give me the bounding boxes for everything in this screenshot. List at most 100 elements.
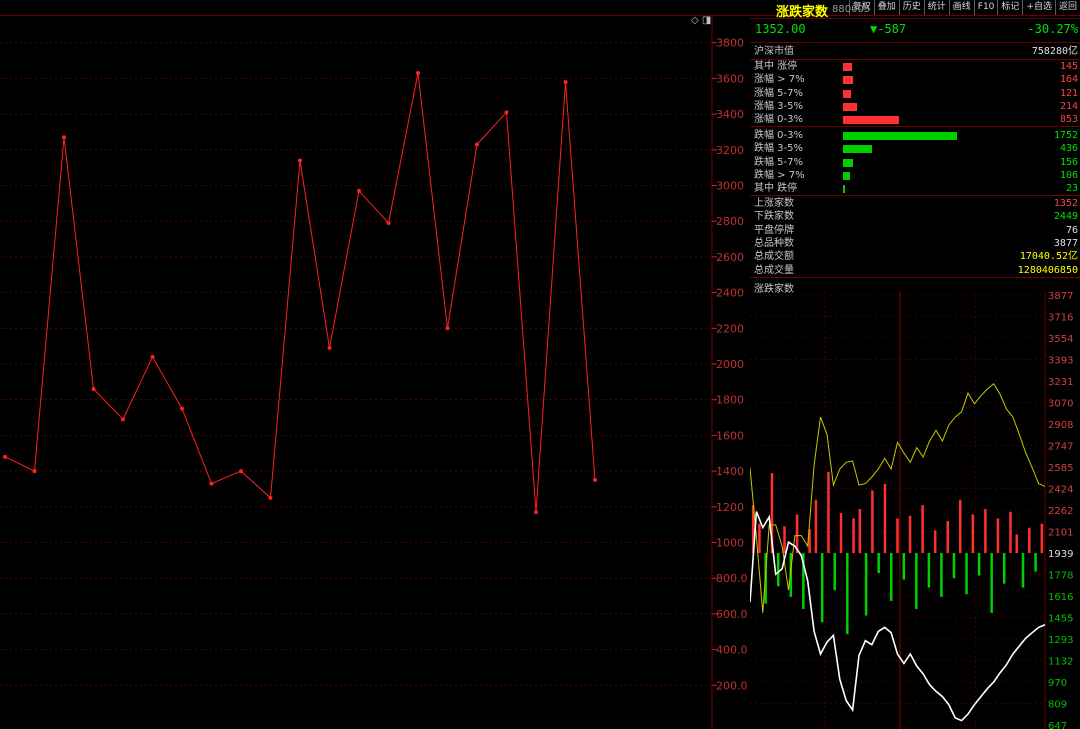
- y-tick-label: 3877: [1048, 291, 1073, 302]
- divider: [750, 18, 1080, 19]
- down-bar: [833, 553, 836, 591]
- y-tick-label: 1600: [716, 429, 744, 442]
- stat-label: 平盘停牌: [754, 224, 794, 236]
- up-bar: [1009, 511, 1012, 553]
- distribution-bar: [843, 76, 854, 85]
- down-bar: [889, 553, 893, 601]
- distribution-label: 跌幅 5-7%: [754, 156, 804, 168]
- up-bar: [946, 521, 949, 553]
- toolbar-button[interactable]: 统计: [923, 0, 949, 15]
- toolbar-button[interactable]: 画线: [948, 0, 974, 15]
- data-point: [91, 386, 96, 391]
- y-tick-label: 3200: [716, 144, 744, 157]
- down-bar: [927, 553, 931, 588]
- toolbar-button[interactable]: 返回: [1054, 0, 1080, 15]
- data-point: [32, 469, 37, 474]
- distribution-label: 跌幅 > 7%: [754, 169, 805, 181]
- down-bar: [1021, 553, 1025, 588]
- y-tick-label: 3393: [1048, 355, 1073, 366]
- data-point: [534, 510, 538, 515]
- up-bar: [783, 526, 786, 553]
- stat-value: 2449: [1053, 211, 1078, 223]
- up-bar: [1028, 527, 1031, 553]
- up-bar: [908, 515, 912, 553]
- stat-label: 下跌家数: [754, 211, 794, 223]
- data-point: [239, 469, 243, 474]
- up-bar: [1015, 534, 1019, 553]
- y-tick-label: 2800: [716, 215, 744, 228]
- up-bar: [996, 518, 1000, 553]
- y-tick-label: 400.0: [716, 644, 748, 657]
- y-tick-label: 1455: [1048, 613, 1073, 624]
- down-bar: [940, 553, 943, 597]
- distribution-row: 涨幅 0-3% 853: [754, 113, 1078, 126]
- up-bar: [984, 509, 987, 553]
- distribution-label: 涨幅 3-5%: [754, 100, 804, 112]
- y-tick-label: 1000: [716, 537, 744, 550]
- distribution-bar: [843, 89, 851, 98]
- distribution-value: 23: [1065, 183, 1078, 195]
- mini-intraday-chart: 3877 3716 3554 3393 3231 3070 2908 2747 2585 2424…: [750, 291, 1073, 729]
- stat-row: 下跌家数 2449: [754, 210, 1078, 223]
- data-point: [475, 142, 479, 147]
- y-tick-label: 2600: [716, 251, 744, 264]
- data-point: [180, 406, 184, 411]
- toolbar-button[interactable]: 历史: [898, 0, 924, 15]
- toolbar-button[interactable]: F10: [973, 0, 998, 15]
- distribution-value: 436: [1059, 143, 1078, 155]
- down-bar: [864, 553, 868, 616]
- quote-change-pct: -30.27%: [1027, 22, 1078, 36]
- stat-label: 总成交额: [754, 251, 794, 263]
- up-bar: [971, 514, 975, 553]
- up-bar: [896, 518, 899, 553]
- distribution-label: 涨幅 0-3%: [754, 114, 804, 126]
- y-tick-label: 809: [1048, 699, 1067, 710]
- stat-label: 总成交量: [754, 264, 794, 276]
- distribution-value: 1752: [1053, 130, 1078, 141]
- stat-row: 总品种数 3877: [754, 237, 1078, 250]
- data-point: [121, 417, 125, 422]
- y-tick-label: 200.0: [716, 679, 748, 692]
- distribution-bar: [843, 132, 957, 140]
- up-bar: [871, 490, 874, 553]
- y-tick-label: 647: [1048, 721, 1067, 729]
- distribution-value: 164: [1059, 74, 1078, 86]
- chart-corner-icons[interactable]: ◇ ◨: [691, 15, 711, 26]
- y-tick-label: 800.0: [716, 572, 748, 585]
- toolbar-button[interactable]: 标记: [997, 0, 1022, 15]
- y-tick-label: 1132: [1048, 656, 1073, 667]
- stat-value: 76: [1065, 224, 1078, 236]
- down-bar: [1034, 553, 1037, 572]
- distribution-label: 其中 涨停: [754, 61, 798, 72]
- y-tick-label: 2908: [1048, 420, 1073, 431]
- distribution-label: 跌幅 0-3%: [754, 130, 804, 141]
- up-bar: [959, 499, 962, 553]
- y-tick-label: 970: [1048, 678, 1067, 689]
- distribution-label: 跌幅 3-5%: [754, 143, 804, 155]
- up-bar: [852, 518, 855, 553]
- toolbar-button[interactable]: 叠加: [873, 0, 899, 15]
- toolbar-button[interactable]: +自选: [1022, 0, 1055, 15]
- up-bar: [858, 509, 862, 553]
- distribution-value: 214: [1059, 100, 1078, 112]
- y-tick-label: 1293: [1048, 635, 1073, 646]
- data-point: [298, 158, 302, 163]
- distribution-row: 涨幅 5-7% 121: [754, 87, 1078, 100]
- top-toolbar: 复权 叠加 历史 统计 画线 F10 标记 +自选 返回: [0, 0, 1080, 16]
- market-value-row: 沪深市值 758280亿: [754, 45, 1078, 58]
- stat-value: 3877: [1053, 237, 1078, 249]
- distribution-row: 跌幅 3-5% 436: [754, 142, 1078, 155]
- y-tick-label: 3000: [716, 180, 744, 193]
- distribution-row: 跌幅 > 7% 106: [754, 169, 1078, 182]
- data-point: [386, 220, 391, 225]
- y-tick-label: 2585: [1048, 463, 1073, 474]
- distribution-bar: [843, 185, 845, 194]
- up-bar: [921, 505, 924, 553]
- stat-row: 平盘停牌 76: [754, 224, 1078, 237]
- y-tick-label: 2262: [1048, 506, 1073, 517]
- stat-label: 上涨家数: [754, 198, 794, 209]
- down-bar: [977, 553, 981, 576]
- y-tick-label: 1800: [716, 394, 744, 407]
- distribution-row: 其中 跌停 23: [754, 182, 1078, 195]
- distribution-label: 其中 跌停: [754, 183, 798, 195]
